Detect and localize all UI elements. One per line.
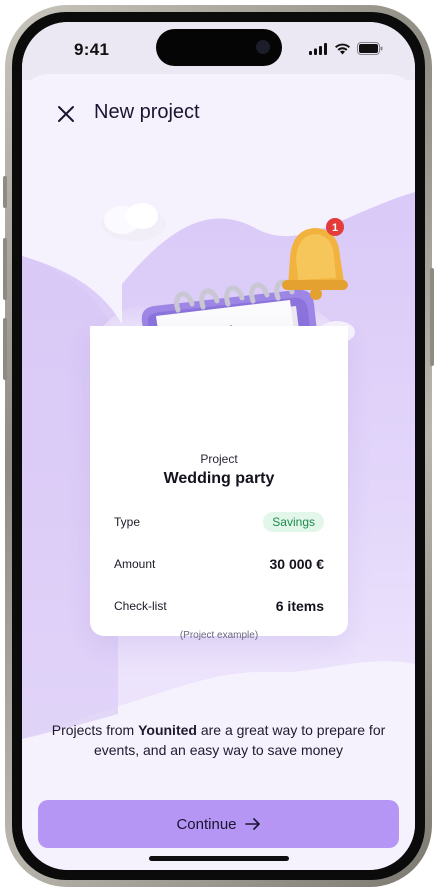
checklist-value: 6 items [275,598,324,614]
type-badge: Savings [263,512,324,532]
type-row: Type Savings [114,512,324,532]
front-camera [256,40,270,54]
new-project-sheet: New project 1 Project Wedding party Type… [22,74,415,870]
screen: 9:41 New project 1 Project Wedding party… [22,22,415,870]
close-icon [58,106,74,122]
page-title: New project [94,101,200,123]
amount-label: Amount [114,557,156,571]
cellular-signal-icon [309,42,327,55]
project-example-note: (Project example) [179,630,259,641]
volume-down-button [3,318,7,380]
volume-up-button [3,238,7,300]
status-bar: 9:41 [22,22,415,80]
amount-value: 30 000 € [269,556,325,572]
wifi-icon [335,43,350,54]
project-label: Project [200,452,238,466]
dynamic-island [156,29,282,66]
battery-icon [357,42,383,55]
checklist-row: Check-list 6 items [114,598,324,614]
arrow-right-icon [244,818,260,830]
action-button [3,176,7,208]
power-button [430,268,434,366]
notification-badge-count: 1 [332,222,338,234]
amount-row: Amount 30 000 € [114,556,324,572]
checklist-label: Check-list [114,599,167,613]
project-card: Project Wedding party Type Savings Amoun… [90,326,348,641]
description: Projects from Younited are a great way t… [42,720,395,760]
continue-button[interactable]: Continue [38,800,399,848]
brand-name: Younited [138,722,197,738]
continue-label: Continue [176,815,237,833]
project-title: Wedding party [163,470,275,487]
header: New project [22,74,415,144]
status-time: 9:41 [74,40,110,59]
description-prefix: Projects from [51,722,139,738]
home-indicator[interactable] [149,856,289,861]
close-button[interactable] [54,102,78,126]
status-icons [309,42,383,55]
type-label: Type [114,515,141,529]
